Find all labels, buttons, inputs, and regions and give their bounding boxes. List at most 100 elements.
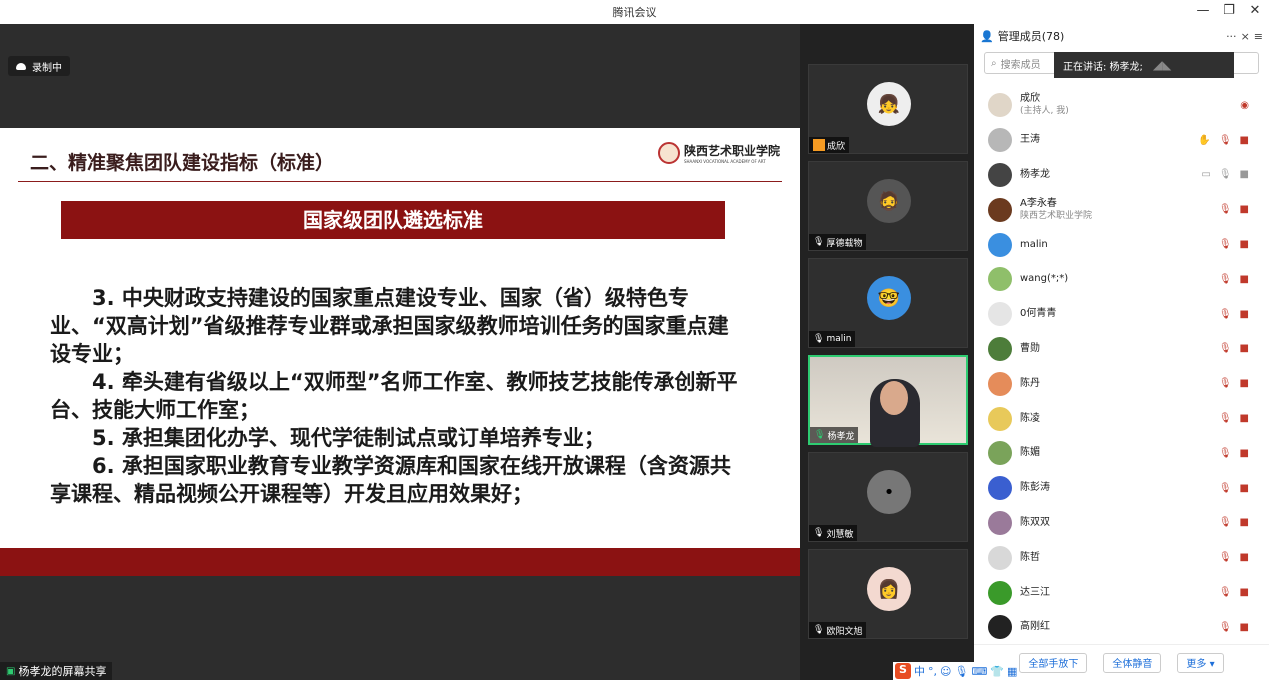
list-item[interactable]: 杨孝龙 ▭ 🎙 ■ bbox=[974, 158, 1269, 193]
user-icon bbox=[813, 139, 825, 151]
list-item[interactable]: 陈媚 🎙 ■ bbox=[974, 436, 1269, 471]
member-name-block: 杨孝龙 bbox=[1020, 169, 1050, 181]
school-name: 陕西艺术职业学院 bbox=[683, 144, 780, 158]
members-panel: 👤 管理成员(78) ··· × ≡ ⌕ 搜索成员 正在讲话: 杨孝龙; ◢◣ … bbox=[974, 24, 1269, 680]
list-item[interactable]: 陈凌 🎙 ■ bbox=[974, 401, 1269, 436]
mic-muted-icon: 🎙 bbox=[1218, 273, 1232, 285]
toolbox-icon[interactable]: ▦ bbox=[1007, 665, 1017, 678]
avatar: 👩 bbox=[867, 567, 911, 611]
avatar bbox=[988, 93, 1012, 118]
restore-icon[interactable]: ❐ bbox=[1221, 2, 1237, 20]
tile-name: 刘慧敏 bbox=[826, 529, 854, 540]
sogou-logo: S bbox=[895, 663, 911, 679]
member-status-icons: ▭ 🎙 ■ bbox=[1201, 169, 1249, 180]
video-tile[interactable]: 👧 成欣 bbox=[808, 64, 968, 154]
slide-paragraph: 3. 中央财政支持建设的国家重点建设专业、国家（省）级特色专业、“双高计划”省级… bbox=[50, 286, 729, 366]
skin-icon[interactable]: 👕 bbox=[990, 665, 1004, 678]
tile-name-tag: 🎙 malin bbox=[809, 331, 856, 347]
more-options-button[interactable]: ··· bbox=[1226, 30, 1237, 43]
voice-icon[interactable]: 🎙 bbox=[954, 665, 968, 678]
close-icon[interactable]: ✕ bbox=[1247, 2, 1263, 20]
avatar bbox=[988, 162, 1012, 187]
members-icon: 👤 bbox=[980, 29, 994, 43]
avatar: 🤓 bbox=[867, 276, 911, 320]
list-item[interactable]: 达三江 🎙 ■ bbox=[974, 575, 1269, 610]
member-subtitle: 陕西艺术职业学院 bbox=[1020, 210, 1093, 221]
list-item[interactable]: 陈丹 🎙 ■ bbox=[974, 366, 1269, 401]
camera-off-icon: ■ bbox=[1239, 134, 1249, 146]
camera-off-icon: ■ bbox=[1239, 587, 1249, 599]
speaking-tooltip: 正在讲话: 杨孝龙; ◢◣ bbox=[1054, 52, 1234, 78]
avatar bbox=[988, 580, 1012, 605]
member-name: 成欣 bbox=[1020, 93, 1040, 105]
camera-off-icon: ■ bbox=[1239, 482, 1249, 494]
tile-name: 厚德载物 bbox=[826, 238, 863, 249]
list-item[interactable]: 高刚红 🎙 ■ bbox=[974, 610, 1269, 645]
camera-off-icon: ■ bbox=[1239, 413, 1249, 425]
member-status-icons: 🎙 ■ bbox=[1219, 204, 1249, 215]
video-tile-active-speaker[interactable]: 🎙 杨孝龙 bbox=[808, 355, 968, 447]
panel-menu-button[interactable]: ≡ bbox=[1254, 30, 1263, 43]
avatar: 👧 bbox=[867, 82, 911, 126]
mute-all-button[interactable]: 全体静音 bbox=[1103, 652, 1162, 673]
member-name: 陈双双 bbox=[1020, 516, 1050, 528]
list-item[interactable]: 王涛 ✋ 🎙 ■ bbox=[974, 123, 1269, 158]
mic-muted-icon: 🎙 bbox=[1218, 239, 1232, 251]
video-tile[interactable]: 🧔 🎙 厚德载物 bbox=[808, 161, 968, 251]
avatar bbox=[988, 545, 1012, 570]
mic-muted-icon: 🎙 bbox=[1218, 343, 1232, 355]
list-item[interactable]: 0何青青 🎙 ■ bbox=[974, 297, 1269, 332]
camera-off-icon: ■ bbox=[1239, 343, 1249, 355]
more-button[interactable]: 更多 ▾ bbox=[1177, 652, 1224, 673]
mic-muted-icon: 🎙 bbox=[1218, 413, 1232, 425]
screen-share-icon: ▣ bbox=[6, 665, 16, 677]
list-item[interactable]: 陈彭涛 🎙 ■ bbox=[974, 471, 1269, 506]
video-tile[interactable]: 👩 🎙 欧阳文旭 bbox=[808, 549, 968, 639]
tile-name-tag: 🎙 欧阳文旭 bbox=[809, 622, 867, 638]
member-status-icons: 🎙 ■ bbox=[1219, 483, 1249, 494]
video-tile[interactable]: 🤓 🎙 malin bbox=[808, 258, 968, 348]
member-status-icons: 🎙 ■ bbox=[1219, 448, 1249, 459]
ime-mode[interactable]: 中 bbox=[914, 663, 925, 679]
list-item[interactable]: malin 🎙 ■ bbox=[974, 227, 1269, 262]
video-tile[interactable]: • 🎙 刘慧敏 bbox=[808, 452, 968, 542]
ime-toolbar[interactable]: S 中 °, ☺ 🎙 ⌨ 👕 ▦ bbox=[893, 662, 1020, 680]
window-title: 腾讯会议 bbox=[612, 6, 657, 19]
mic-muted-icon: 🎙 bbox=[1218, 482, 1232, 494]
mic-muted-icon: 🎙 bbox=[1218, 308, 1232, 320]
tile-name: 欧阳文旭 bbox=[826, 626, 863, 637]
minimize-icon[interactable]: — bbox=[1195, 2, 1211, 20]
list-item[interactable]: 陈双双 🎙 ■ bbox=[974, 506, 1269, 541]
list-item[interactable]: 成欣 (主持人, 我) ◉ bbox=[974, 88, 1269, 123]
avatar bbox=[988, 615, 1012, 640]
emoji-icon[interactable]: ☺ bbox=[940, 665, 951, 678]
member-name: 陈媚 bbox=[1020, 447, 1040, 459]
keyboard-icon[interactable]: ⌨ bbox=[971, 665, 987, 678]
list-item[interactable]: 曹勋 🎙 ■ bbox=[974, 332, 1269, 367]
member-name: 曹勋 bbox=[1020, 342, 1040, 354]
close-panel-button[interactable]: × bbox=[1241, 30, 1250, 43]
tile-name: 成欣 bbox=[827, 141, 846, 152]
tile-name-tag: 🎙 刘慧敏 bbox=[809, 525, 858, 541]
camera-off-icon: ■ bbox=[1239, 239, 1249, 251]
list-item[interactable]: A李永春 陕西艺术职业学院 🎙 ■ bbox=[974, 192, 1269, 227]
tile-name: malin bbox=[826, 334, 852, 344]
mic-muted-icon: 🎙 bbox=[813, 334, 825, 344]
mic-muted-icon: 🎙 bbox=[1218, 621, 1232, 633]
screen-share-label: ▣ 杨孝龙的屏幕共享 bbox=[0, 662, 113, 680]
school-logo: 陕西艺术职业学院 SHAANXI VOCATIONAL ACADEMY OF A… bbox=[657, 142, 780, 164]
window-controls: — ❐ ✕ bbox=[1195, 2, 1263, 20]
avatar bbox=[988, 128, 1012, 153]
avatar bbox=[988, 510, 1012, 535]
members-title: 管理成员(78) bbox=[997, 30, 1065, 43]
lower-all-hands-button[interactable]: 全部手放下 bbox=[1019, 652, 1088, 673]
window-titlebar: 腾讯会议 — ❐ ✕ bbox=[0, 0, 1269, 24]
member-status-icons: 🎙 ■ bbox=[1219, 343, 1249, 354]
ime-punct[interactable]: °, bbox=[928, 665, 937, 678]
recording-indicator[interactable]: 录制中 bbox=[8, 56, 70, 76]
share-owner: 杨孝龙的屏幕共享 bbox=[18, 665, 107, 678]
list-item[interactable]: 陈哲 🎙 ■ bbox=[974, 540, 1269, 575]
list-item[interactable]: wang(*;*) 🎙 ■ bbox=[974, 262, 1269, 297]
mic-muted-icon: 🎙 bbox=[813, 625, 825, 635]
mic-icon: 🎙 bbox=[814, 430, 826, 440]
